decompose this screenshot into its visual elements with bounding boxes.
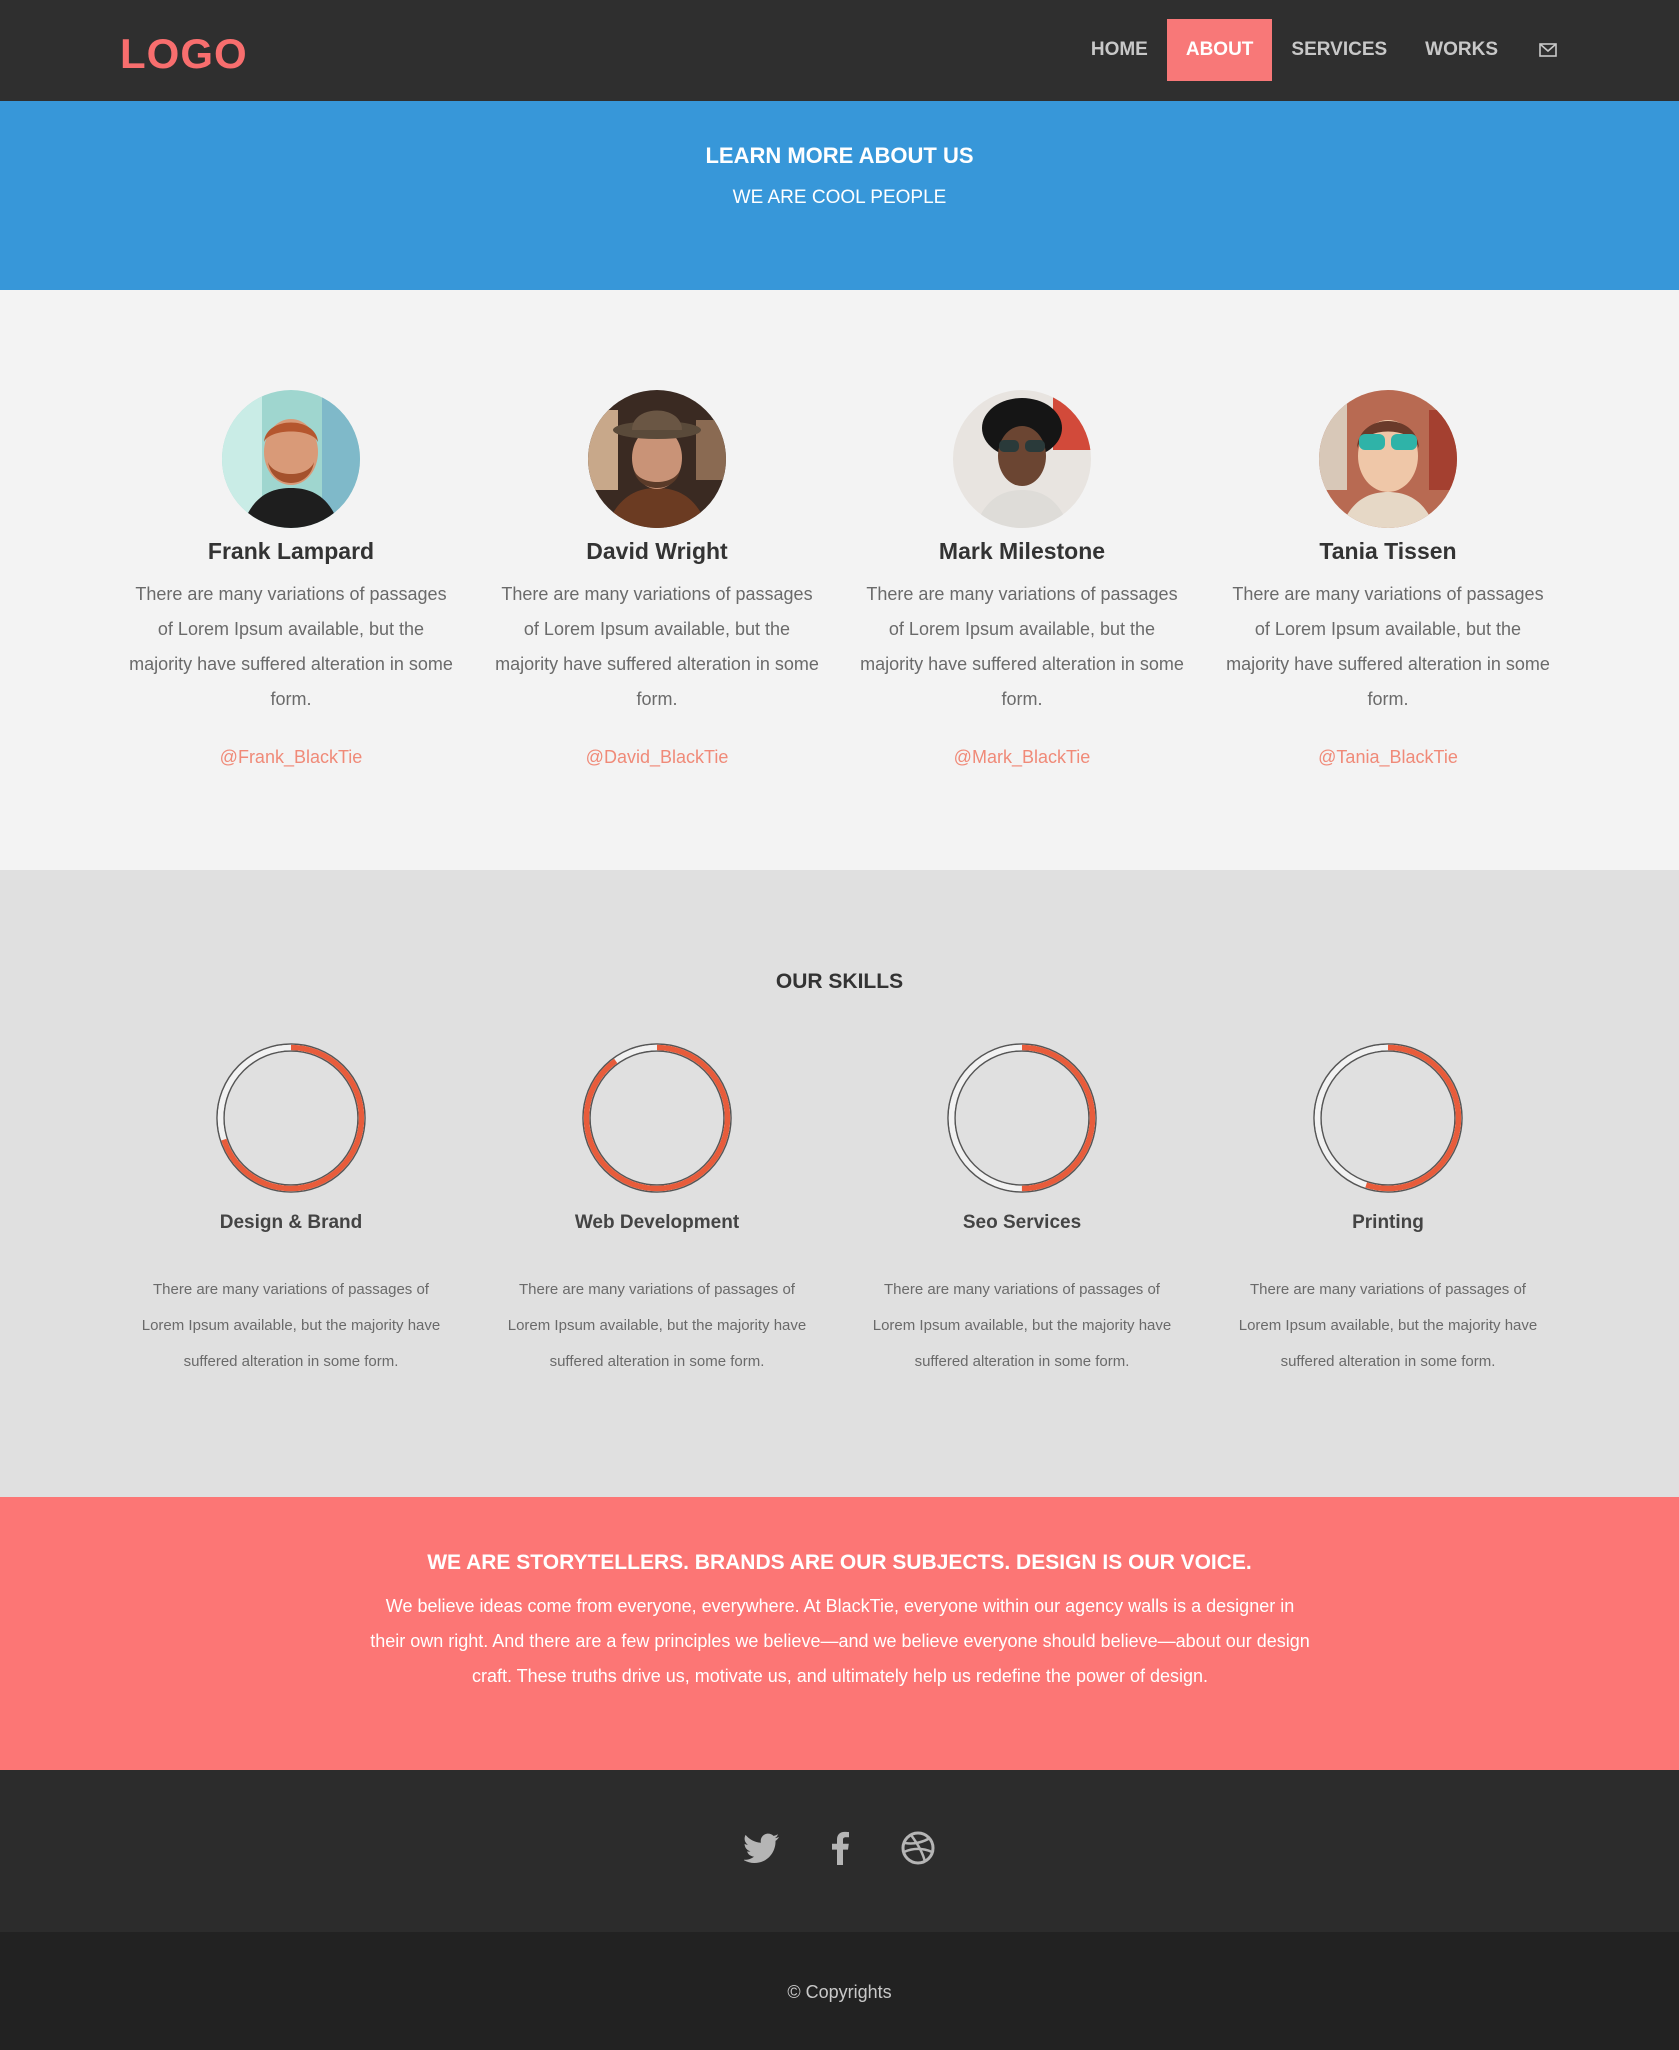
envelope-icon[interactable] <box>1517 19 1579 81</box>
member-name: Mark Milestone <box>938 538 1106 564</box>
logo[interactable]: LOGO <box>120 30 248 78</box>
avatar <box>953 390 1091 528</box>
member-name: Frank Lampard <box>207 538 375 564</box>
skill-ring-inner-outline <box>223 1050 359 1186</box>
avatar <box>588 390 726 528</box>
skill-progress-ring <box>947 1043 1097 1193</box>
social-icons <box>0 1828 1679 1868</box>
hero-subtitle: WE ARE COOL PEOPLE <box>732 187 947 208</box>
member-handle-link[interactable]: @Mark_BlackTie <box>852 747 1192 768</box>
skill-ring-outline <box>947 1043 1097 1193</box>
skill-item: Seo Services There are many variations o… <box>852 1040 1192 1380</box>
skill-item: Printing There are many variations of pa… <box>1218 1040 1558 1380</box>
facebook-icon[interactable] <box>822 1828 858 1868</box>
skill-progress-ring <box>1313 1043 1463 1193</box>
skill-ring-progress <box>583 1044 731 1192</box>
story-section: WE ARE STORYTELLERS. BRANDS ARE OUR SUBJ… <box>0 1497 1679 1770</box>
skill-progress-ring <box>582 1043 732 1193</box>
skill-name: Design & Brand <box>219 1212 363 1233</box>
nav-item-about[interactable]: ABOUT <box>1166 19 1273 81</box>
skill-ring-inner-outline <box>589 1050 725 1186</box>
team-member: David Wright There are many variations o… <box>487 390 827 768</box>
team-member: Frank Lampard There are many variations … <box>121 390 461 768</box>
story-title: WE ARE STORYTELLERS. BRANDS ARE OUR SUBJ… <box>427 1551 1252 1574</box>
hero-title: LEARN MORE ABOUT US <box>705 143 974 168</box>
avatar <box>222 390 360 528</box>
skill-ring-outline <box>1313 1043 1463 1193</box>
nav-item-home[interactable]: HOME <box>1072 19 1167 81</box>
skill-name: Printing <box>1352 1212 1424 1233</box>
member-name: David Wright <box>586 538 728 564</box>
member-bio: There are many variations of passages of… <box>129 584 453 709</box>
skill-desc: There are many variations of passages of… <box>872 1281 1172 1370</box>
hero-banner: LEARN MORE ABOUT US WE ARE COOL PEOPLE <box>0 101 1679 290</box>
social-section <box>0 1770 1679 1932</box>
skill-desc: There are many variations of passages of… <box>507 1281 807 1370</box>
member-handle-link[interactable]: @Frank_BlackTie <box>121 747 461 768</box>
member-bio: There are many variations of passages of… <box>860 584 1184 709</box>
member-bio: There are many variations of passages of… <box>495 584 819 709</box>
skills-title: OUR SKILLS <box>775 970 904 993</box>
skills-section: OUR SKILLS Design & Brand There are many… <box>0 870 1679 1497</box>
team-member: Mark Milestone There are many variations… <box>852 390 1192 768</box>
skill-desc: There are many variations of passages of… <box>1238 1281 1538 1370</box>
skill-name: Web Development <box>574 1212 740 1233</box>
skill-name: Seo Services <box>962 1212 1082 1233</box>
member-handle-link[interactable]: @David_BlackTie <box>487 747 827 768</box>
avatar <box>1319 390 1457 528</box>
footer: © Copyrights <box>0 1932 1679 2050</box>
skill-progress-ring <box>216 1043 366 1193</box>
nav-item-works[interactable]: WORKS <box>1406 19 1517 81</box>
main-nav: HOME ABOUT SERVICES WORKS <box>1072 19 1579 81</box>
member-name: Tania Tissen <box>1319 538 1457 564</box>
dribbble-icon[interactable] <box>900 1828 936 1868</box>
skill-ring-inner-outline <box>954 1050 1090 1186</box>
nav-item-services[interactable]: SERVICES <box>1272 19 1406 81</box>
skill-ring-inner-outline <box>1320 1050 1456 1186</box>
skill-item: Design & Brand There are many variations… <box>121 1040 461 1380</box>
navbar: LOGO HOME ABOUT SERVICES WORKS <box>0 0 1679 101</box>
skill-desc: There are many variations of passages of… <box>141 1281 441 1370</box>
team-section: Frank Lampard There are many variations … <box>0 290 1679 870</box>
skill-item: Web Development There are many variation… <box>487 1040 827 1380</box>
team-member: Tania Tissen There are many variations o… <box>1218 390 1558 768</box>
member-bio: There are many variations of passages of… <box>1226 584 1550 709</box>
story-text: We believe ideas come from everyone, eve… <box>370 1596 1310 1686</box>
member-handle-link[interactable]: @Tania_BlackTie <box>1218 747 1558 768</box>
twitter-icon[interactable] <box>743 1828 780 1868</box>
copyright-text: © Copyrights <box>787 1982 892 2002</box>
